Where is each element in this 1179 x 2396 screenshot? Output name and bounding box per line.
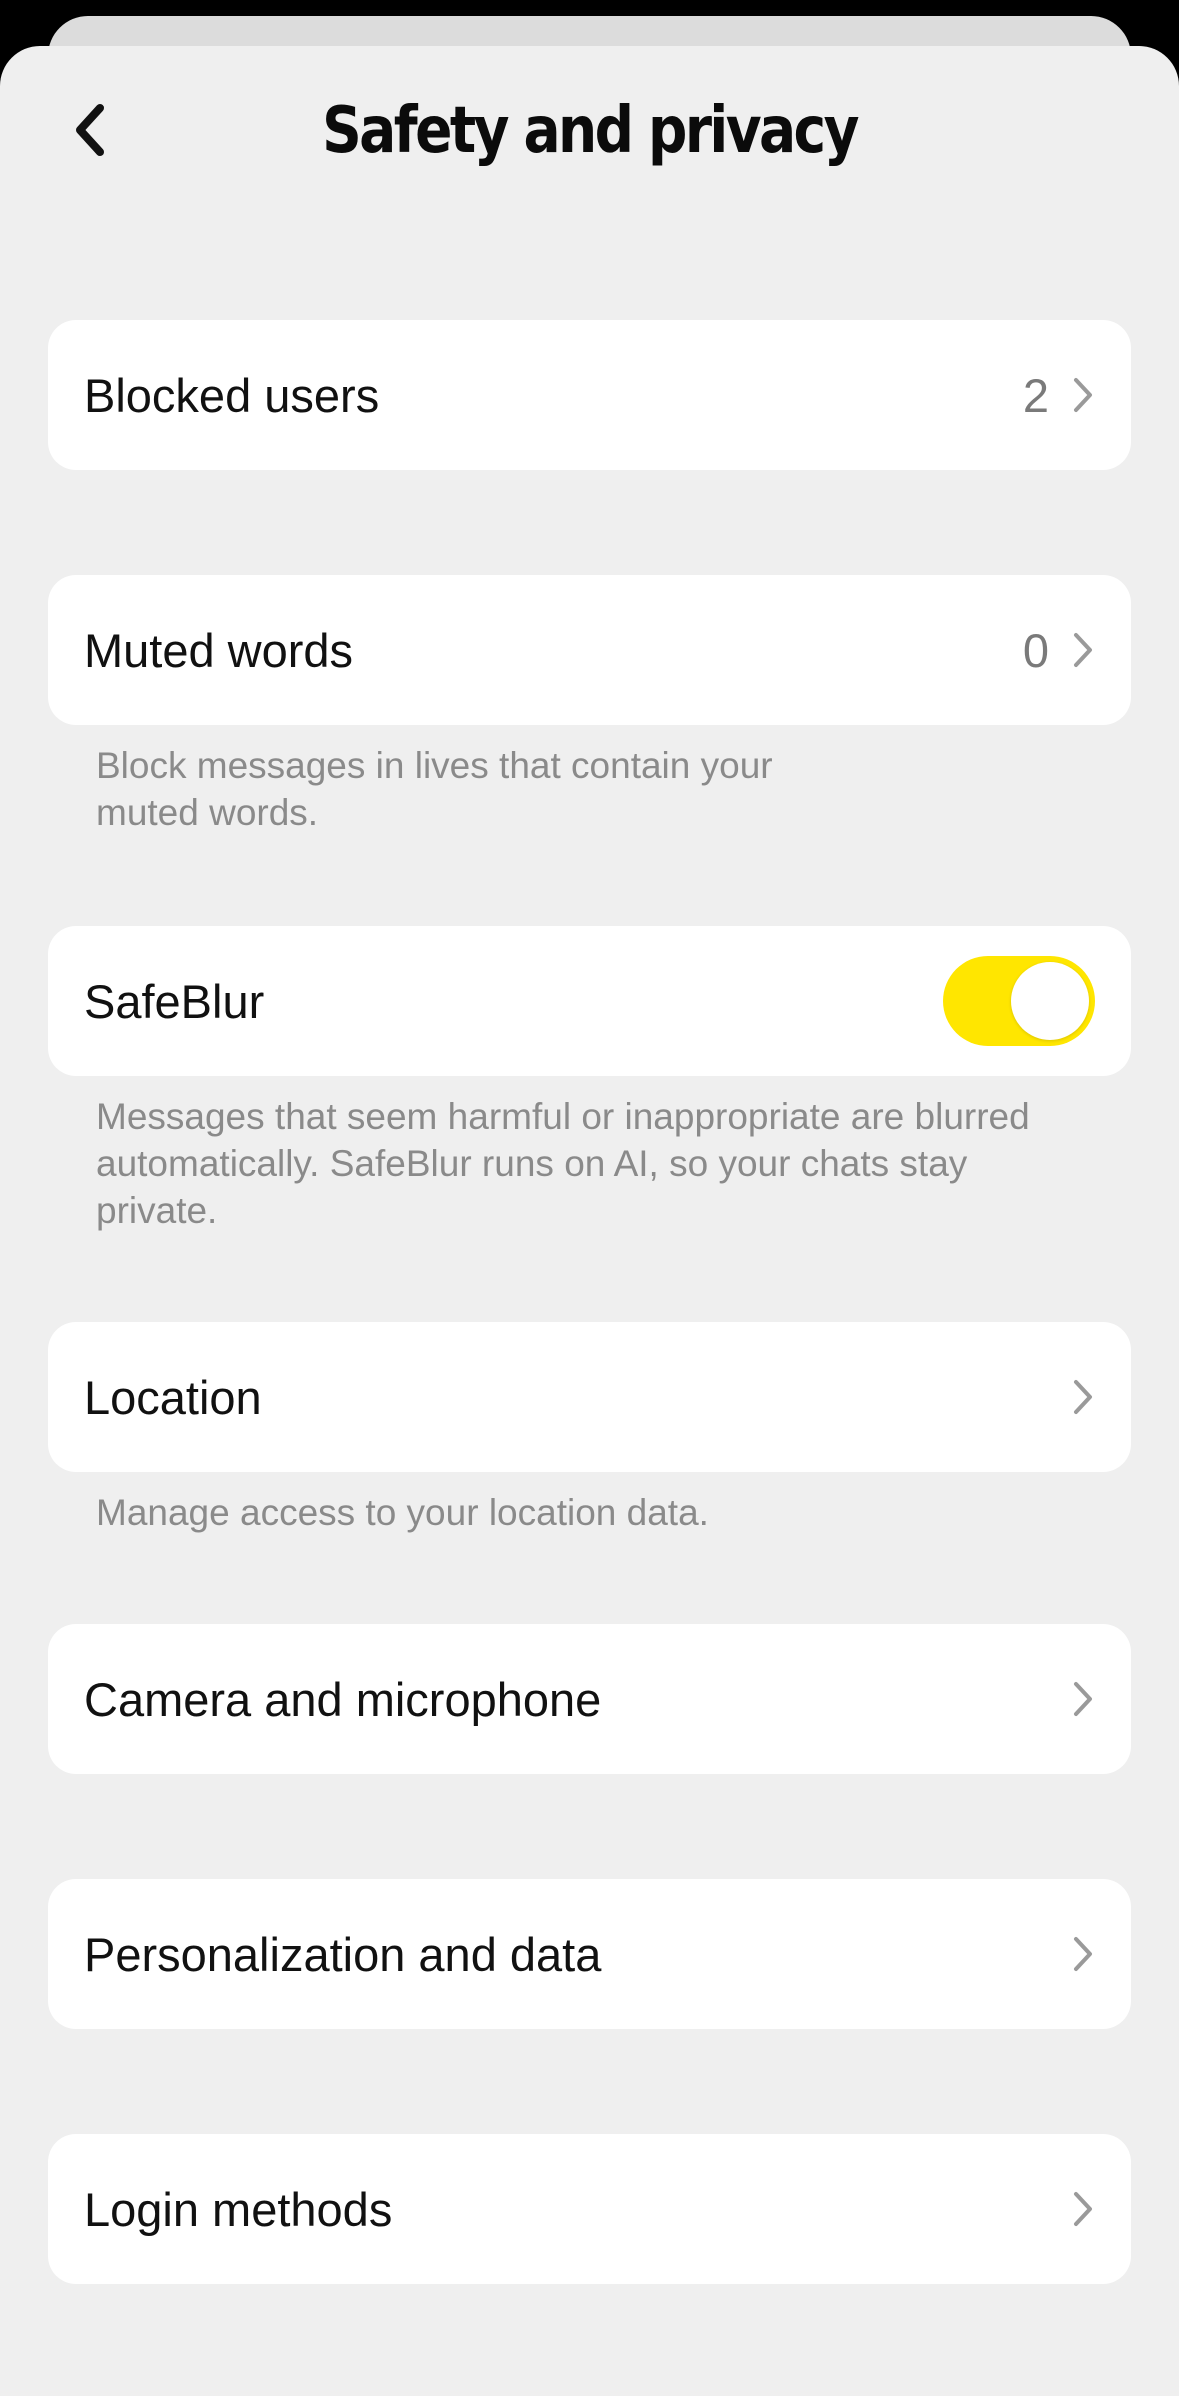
muted-words-count: 0: [1022, 623, 1049, 677]
row-trailing: 0: [1023, 623, 1095, 678]
safeblur-row: SafeBlur: [48, 926, 1131, 1076]
safeblur-toggle[interactable]: [943, 956, 1095, 1046]
safeblur-description: Messages that seem harmful or inappropri…: [96, 1096, 1030, 1231]
chevron-right-icon: [1071, 1377, 1095, 1417]
location-row[interactable]: Location: [48, 1322, 1131, 1472]
personalization-data-label: Personalization and data: [84, 1927, 602, 1981]
location-label: Location: [84, 1370, 262, 1424]
personalization-data-row[interactable]: Personalization and data: [48, 1879, 1131, 2029]
blocked-users-count: 2: [1022, 368, 1049, 422]
muted-words-label: Muted words: [84, 623, 354, 677]
camera-microphone-label: Camera and microphone: [84, 1672, 602, 1726]
safeblur-label: SafeBlur: [84, 974, 265, 1028]
chevron-right-icon: [1071, 375, 1095, 415]
location-description: Manage access to your location data.: [96, 1492, 709, 1533]
blocked-users-row[interactable]: Blocked users 2: [48, 320, 1131, 470]
page-title: Safety and privacy: [322, 94, 859, 168]
chevron-right-icon: [1071, 1679, 1095, 1719]
login-methods-row[interactable]: Login methods: [48, 2134, 1131, 2284]
settings-sheet: Safety and privacy Blocked users 2 Muted…: [0, 46, 1179, 2396]
muted-words-row[interactable]: Muted words 0: [48, 575, 1131, 725]
chevron-right-icon: [1071, 630, 1095, 670]
toggle-knob: [1011, 962, 1089, 1040]
login-methods-label: Login methods: [84, 2182, 393, 2236]
blocked-users-label: Blocked users: [84, 368, 380, 422]
camera-microphone-row[interactable]: Camera and microphone: [48, 1624, 1131, 1774]
chevron-right-icon: [1071, 1934, 1095, 1974]
muted-words-description: Block messages in lives that contain you…: [96, 745, 773, 833]
row-trailing: 2: [1023, 368, 1095, 423]
chevron-right-icon: [1071, 2189, 1095, 2229]
